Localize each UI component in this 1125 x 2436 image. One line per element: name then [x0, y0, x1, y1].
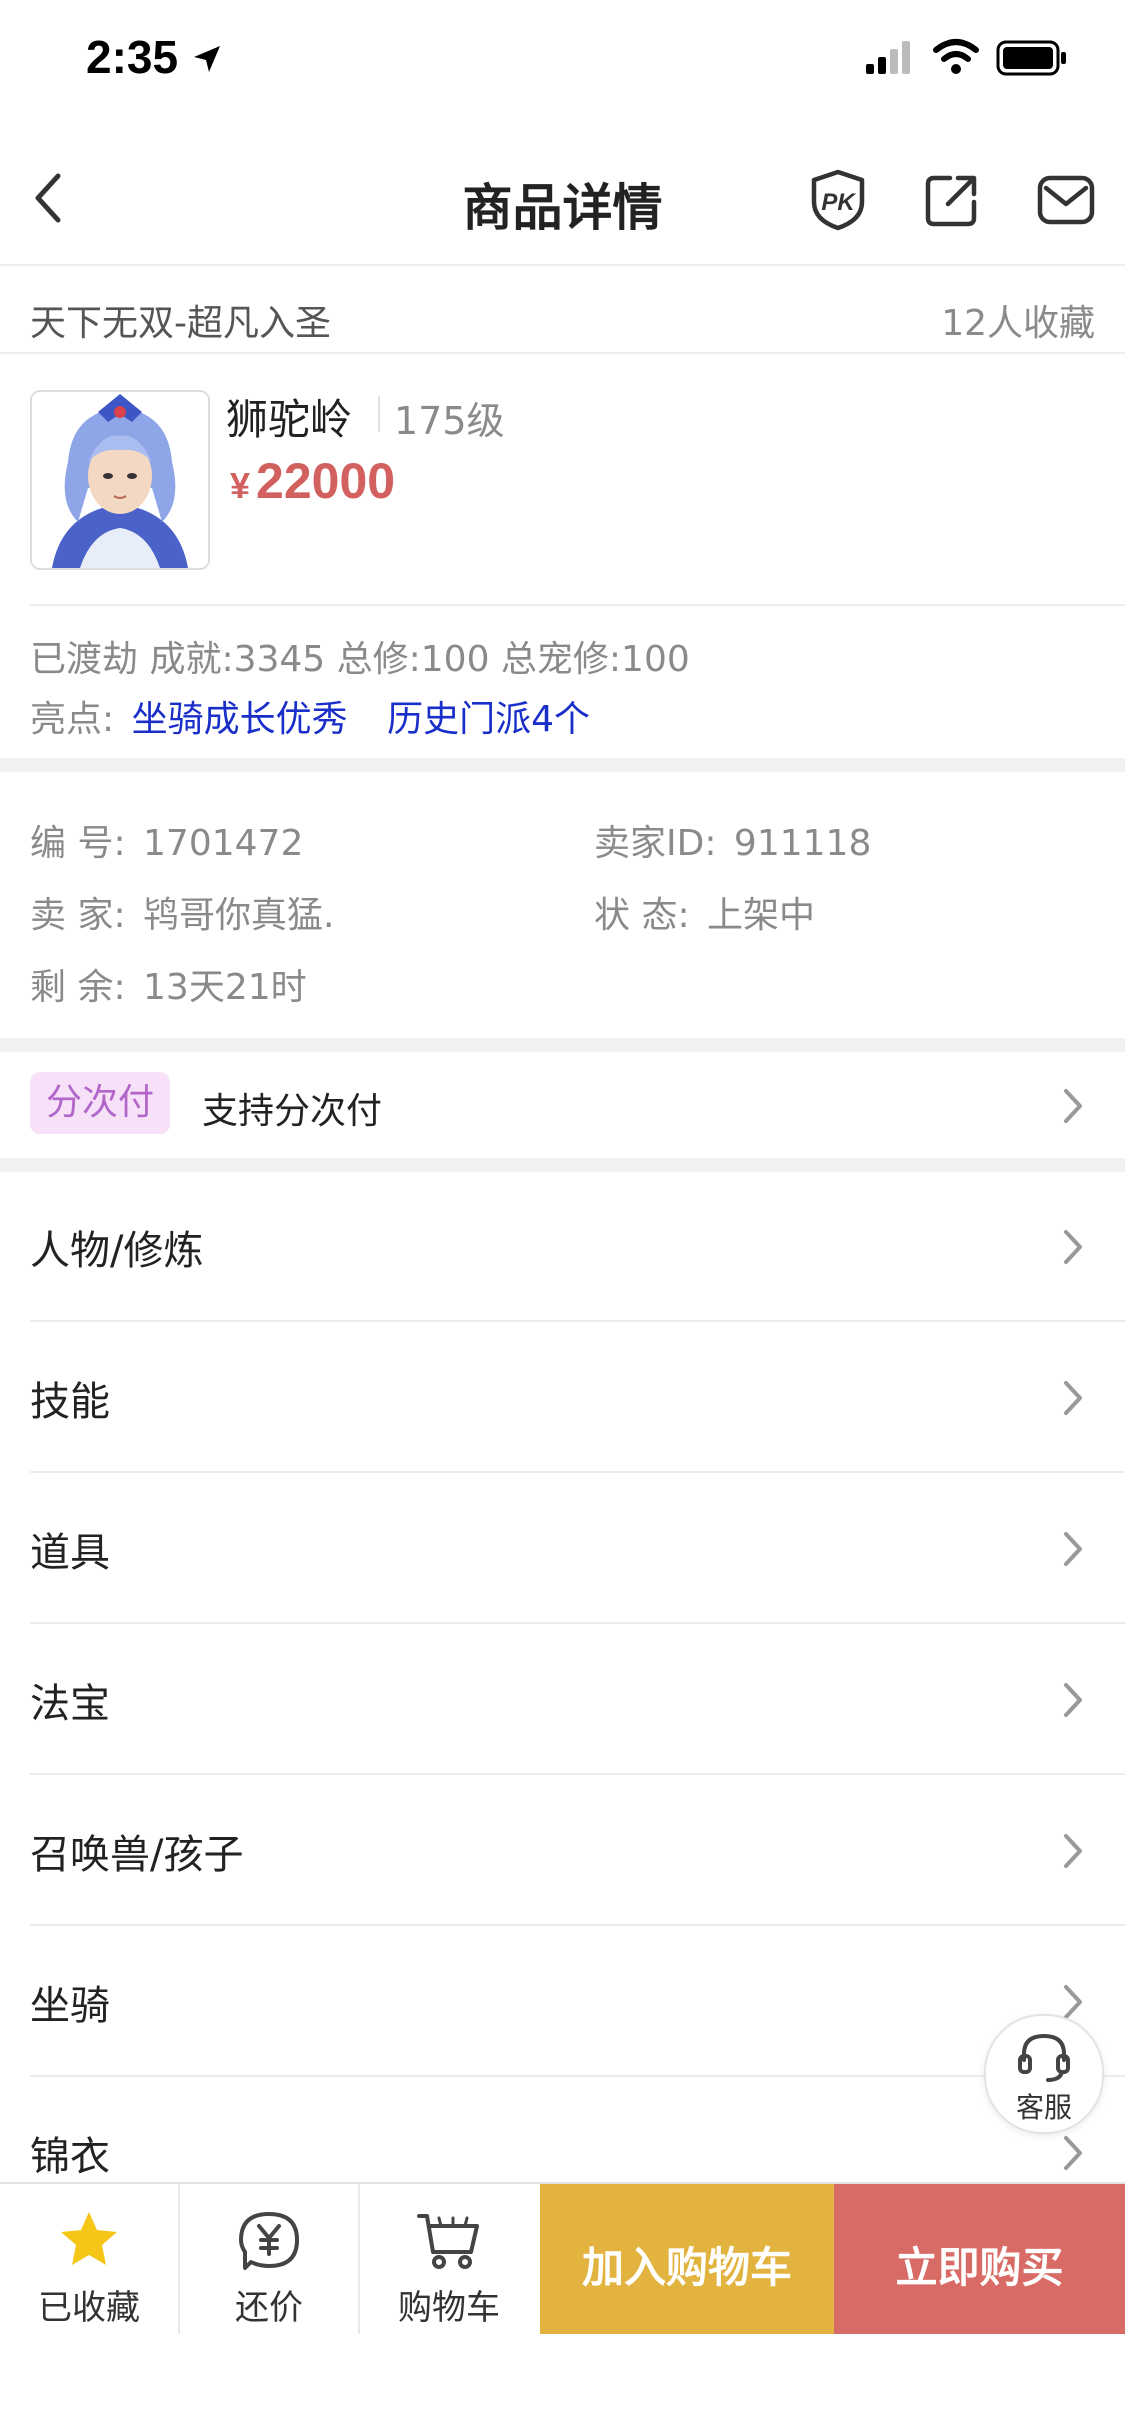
- menu-item-character-cultivation[interactable]: 人物/修炼: [0, 1172, 1125, 1322]
- status-time: 2:35: [86, 31, 179, 83]
- favorite-button[interactable]: 已收藏: [0, 2184, 178, 2334]
- character-avatar[interactable]: [30, 390, 210, 570]
- listing-state: 状 态: 上架中: [594, 886, 815, 938]
- card-divider: [30, 604, 1125, 606]
- price: ¥22000: [230, 452, 395, 510]
- installment-badge: 分次付: [30, 1072, 171, 1134]
- server-divider: [0, 352, 1125, 354]
- pk-compare-icon[interactable]: PK: [808, 168, 868, 232]
- remaining-value: 13天21时: [143, 967, 307, 1008]
- state-value: 上架中: [707, 895, 816, 936]
- state-label: 状 态:: [594, 895, 690, 936]
- menu-item-label: 锦衣: [30, 2134, 110, 2180]
- battery-icon: [996, 40, 1066, 76]
- menu-divider: [30, 1924, 1125, 1926]
- character-stats: 已渡劫 成就:3345 总修:100 总宠修:100: [30, 639, 690, 680]
- chevron-right-icon: [1064, 1089, 1082, 1123]
- installment-row[interactable]: 分次付 支持分次付: [0, 1052, 1125, 1158]
- section-gap: [0, 1038, 1125, 1052]
- share-icon[interactable]: [924, 172, 980, 228]
- price-currency: ¥: [230, 465, 251, 506]
- section-gap: [0, 758, 1125, 772]
- chevron-right-icon: [1064, 1683, 1082, 1717]
- server-name: 天下无双-超凡入圣: [30, 303, 331, 344]
- nav-divider: [0, 264, 1125, 266]
- seller-id-value: 911118: [733, 823, 872, 864]
- chevron-right-icon: [1064, 1381, 1082, 1415]
- status-bar: 2:35: [0, 0, 1125, 120]
- cellular-signal-icon: [866, 41, 910, 74]
- serial-label: 编 号:: [30, 823, 126, 864]
- highlights-label: 亮点:: [30, 699, 115, 740]
- character-level: 175级: [394, 399, 505, 443]
- chevron-right-icon: [1064, 1985, 1082, 2019]
- star-icon: [61, 2212, 117, 2265]
- seller-label: 卖 家:: [30, 895, 126, 936]
- menu-item-label: 技能: [30, 1379, 110, 1425]
- price-value: 22000: [256, 453, 396, 509]
- chevron-right-icon: [1064, 1230, 1082, 1264]
- bargain-button[interactable]: 还价: [180, 2184, 358, 2334]
- menu-divider: [30, 1622, 1125, 1624]
- headset-icon: [1018, 2033, 1070, 2082]
- serial-number: 编 号: 1701472: [30, 814, 303, 866]
- menu-item-label: 坐骑: [30, 1983, 110, 2029]
- chevron-right-icon: [1064, 2136, 1082, 2170]
- seller-id-label: 卖家ID:: [594, 823, 717, 864]
- menu-item-label: 人物/修炼: [30, 1228, 204, 1274]
- seller: 卖 家: 鸨哥你真猛.: [30, 886, 334, 938]
- cart-button[interactable]: 购物车: [360, 2184, 538, 2334]
- buy-now-label: 立即购买: [895, 2243, 1064, 2292]
- menu-item-label: 法宝: [30, 1681, 110, 1727]
- remaining-label: 剩 余:: [30, 967, 126, 1008]
- menu-divider: [30, 1773, 1125, 1775]
- seller-value: 鸨哥你真猛.: [143, 895, 335, 936]
- serial-value: 1701472: [143, 823, 304, 864]
- character-school: 狮驼岭: [226, 395, 353, 444]
- menu-item-label: 召唤兽/孩子: [30, 1832, 244, 1878]
- bargain-label: 还价: [235, 2288, 303, 2328]
- menu-item-skills[interactable]: 技能: [0, 1323, 1125, 1473]
- chevron-right-icon: [1064, 1834, 1082, 1868]
- bottom-action-bar: 已收藏 还价 购物车 加入购物车 立即购买: [0, 2184, 1125, 2334]
- highlight-tag[interactable]: 历史门派4个: [387, 699, 590, 740]
- highlights: 亮点: 坐骑成长优秀 历史门派4个: [30, 690, 590, 742]
- message-mail-icon[interactable]: [1036, 172, 1096, 228]
- menu-divider: [30, 1320, 1125, 1322]
- highlight-tag[interactable]: 坐骑成长优秀: [132, 699, 348, 740]
- character-portrait-image: [32, 392, 208, 568]
- menu-item-label: 道具: [30, 1530, 110, 1576]
- menu-item-mounts[interactable]: 坐骑: [0, 1927, 1125, 2077]
- menu-divider: [30, 1471, 1125, 1473]
- add-to-cart-button[interactable]: 加入购物车: [540, 2184, 834, 2334]
- customer-service-label: 客服: [1015, 2091, 1072, 2124]
- buy-now-button[interactable]: 立即购买: [834, 2184, 1125, 2334]
- installment-text: 支持分次付: [202, 1091, 383, 1132]
- pk-label: PK: [821, 189, 856, 216]
- chevron-right-icon: [1064, 1532, 1082, 1566]
- home-indicator-area: [0, 2334, 1125, 2436]
- menu-divider: [30, 2075, 1125, 2077]
- menu-item-treasures[interactable]: 法宝: [0, 1625, 1125, 1775]
- cart-label: 购物车: [398, 2288, 500, 2328]
- shopping-cart-icon: [417, 2214, 479, 2269]
- favorite-count: 12人收藏: [941, 303, 1095, 344]
- section-gap: [0, 1158, 1125, 1172]
- add-to-cart-label: 加入购物车: [581, 2243, 792, 2292]
- level-separator: [378, 396, 380, 432]
- menu-item-items[interactable]: 道具: [0, 1474, 1125, 1624]
- wifi-icon: [933, 39, 979, 74]
- menu-item-summons[interactable]: 召唤兽/孩子: [0, 1776, 1125, 1926]
- location-arrow-icon: [194, 46, 220, 72]
- remaining-time: 剩 余: 13天21时: [30, 958, 307, 1010]
- bargain-yen-icon: [239, 2212, 299, 2270]
- favorite-label: 已收藏: [38, 2288, 140, 2328]
- customer-service-button[interactable]: 客服: [984, 2014, 1104, 2134]
- seller-id: 卖家ID: 911118: [594, 814, 871, 866]
